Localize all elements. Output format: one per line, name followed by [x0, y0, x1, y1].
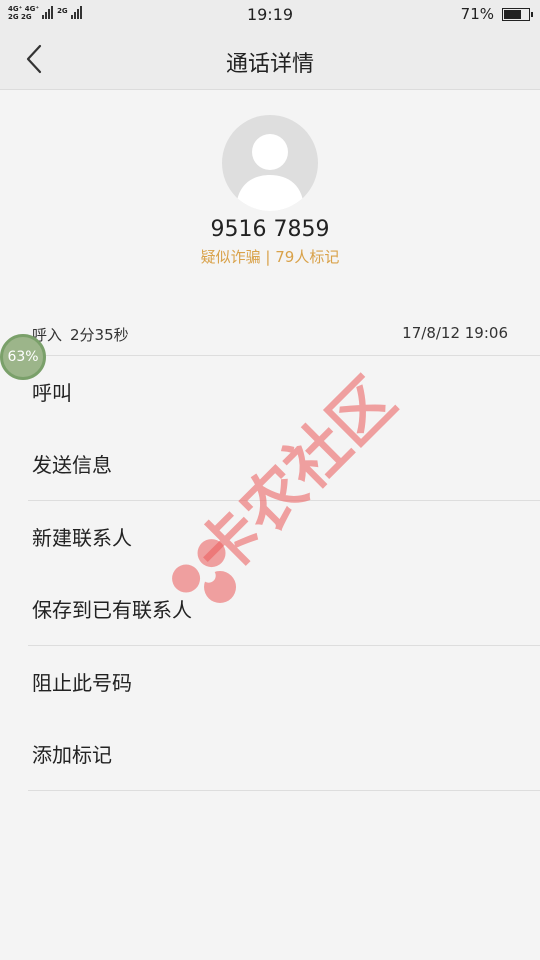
- call-info: 呼入 2分35秒: [32, 324, 137, 345]
- battery-fill: [504, 9, 522, 19]
- person-icon: [236, 134, 304, 211]
- call-duration: 2分35秒: [70, 326, 129, 344]
- battery-icon: [502, 7, 533, 21]
- fraud-tag[interactable]: 疑似诈骗 | 79人标记: [0, 246, 540, 267]
- call-timestamp: 17/8/12 19:06: [402, 324, 508, 342]
- title-bar: 通话详情: [0, 30, 540, 90]
- phone-number: 9516 7859: [210, 217, 330, 242]
- floating-memory-badge[interactable]: 63%: [0, 334, 46, 380]
- divider: [28, 355, 540, 356]
- block-number-action[interactable]: 阻止此号码: [32, 663, 512, 703]
- divider: [28, 645, 540, 646]
- battery-percent: 71%: [460, 5, 494, 23]
- call-action[interactable]: 呼叫: [32, 373, 512, 413]
- status-bar: 4G⁺ 4G⁺ 2G 2G 2G 19:19 71%: [0, 0, 540, 30]
- battery-status: 71%: [460, 5, 533, 23]
- clock: 19:19: [246, 5, 294, 24]
- page-title: 通话详情: [225, 52, 314, 77]
- divider: [28, 790, 540, 791]
- send-message-action[interactable]: 发送信息: [32, 445, 512, 485]
- call-log-entry: 呼入 2分35秒 17/8/12 19:06: [32, 324, 508, 346]
- add-tag-action[interactable]: 添加标记: [32, 735, 512, 775]
- new-contact-action[interactable]: 新建联系人: [32, 518, 512, 558]
- avatar: [222, 115, 318, 211]
- divider: [28, 500, 540, 501]
- save-to-existing-contact-action[interactable]: 保存到已有联系人: [32, 590, 512, 630]
